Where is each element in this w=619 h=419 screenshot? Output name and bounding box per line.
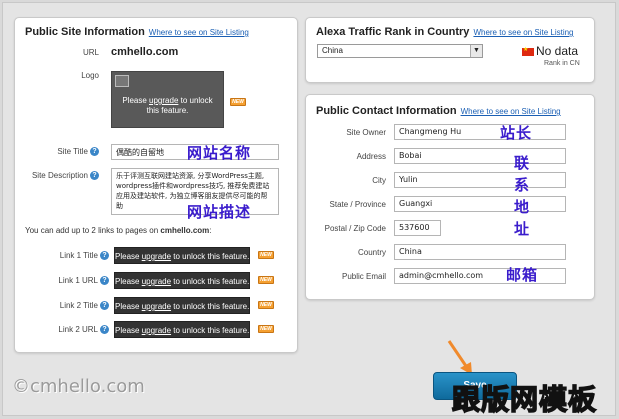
public-site-info-panel: Public Site Information Where to see on S… (14, 17, 298, 353)
annotation-owner: 站长 (500, 124, 533, 142)
link1-url-locked: Please upgrade to unlock this feature. (114, 272, 250, 289)
public-email-label: Public Email (341, 272, 386, 281)
help-icon[interactable]: ? (100, 251, 109, 261)
state-input[interactable]: Guangxi (394, 196, 566, 212)
annotation-site-desc: 网站描述 (187, 203, 252, 221)
panel-title: Alexa Traffic Rank in Country Where to se… (316, 26, 574, 38)
help-icon[interactable]: ? (100, 325, 109, 335)
watermark-left: ©cmhello.com (12, 376, 145, 397)
site-desc-label: Site Description? (32, 171, 99, 181)
new-badge: NEW (258, 325, 274, 333)
state-label: State / Province (329, 200, 386, 209)
upgrade-link[interactable]: upgrade (149, 96, 178, 105)
watermark-right: 跟版网模板 (451, 382, 598, 417)
address-input[interactable]: Bobai (394, 148, 566, 164)
site-owner-input[interactable]: Changmeng Hu (394, 124, 566, 140)
address-label: Address (356, 152, 386, 161)
logo-label: Logo (81, 71, 99, 80)
logo-locked-box: Please upgrade to unlock this feature. (111, 71, 224, 128)
help-icon[interactable]: ? (90, 171, 99, 181)
city-input[interactable]: Yulin (394, 172, 566, 188)
link2-title-locked: Please upgrade to unlock this feature. (114, 297, 250, 314)
country-input[interactable]: China (394, 244, 566, 260)
panel-title: Public Contact Information Where to see o… (316, 105, 561, 117)
annotation-contact-1: 联 (514, 154, 531, 172)
public-email-input[interactable]: admin@cmhello.com (394, 268, 566, 284)
annotation-email: 邮箱 (506, 266, 539, 284)
help-icon[interactable]: ? (100, 301, 109, 311)
new-badge: NEW (230, 98, 246, 106)
public-contact-panel: Public Contact Information Where to see o… (305, 94, 595, 300)
new-badge: NEW (258, 276, 274, 284)
url-value: cmhello.com (111, 46, 179, 58)
new-badge: NEW (258, 301, 274, 309)
image-placeholder-icon (115, 75, 129, 87)
new-badge: NEW (258, 251, 274, 259)
link2-title-label: Link 2 Title? (60, 301, 109, 311)
alexa-rank-panel: Alexa Traffic Rank in Country Where to se… (305, 17, 595, 83)
upgrade-link[interactable]: upgrade (142, 252, 171, 261)
link1-url-label: Link 1 URL? (58, 276, 109, 286)
rank-in-text: Rank in CN (544, 60, 580, 67)
panel-title: Public Site Information Where to see on S… (25, 26, 249, 38)
annotation-site-name: 网站名称 (187, 144, 252, 162)
postal-label: Postal / Zip Code (324, 224, 386, 233)
upgrade-link[interactable]: upgrade (142, 277, 171, 286)
url-label: URL (82, 48, 99, 57)
link2-url-locked: Please upgrade to unlock this feature. (114, 321, 250, 338)
annotation-contact-4: 址 (514, 220, 531, 238)
link1-title-label: Link 1 Title? (60, 251, 109, 261)
annotation-contact-3: 地 (514, 198, 531, 216)
no-data-text: No data (536, 44, 579, 58)
upgrade-link[interactable]: upgrade (142, 302, 171, 311)
where-to-see-link[interactable]: Where to see on Site Listing (461, 107, 561, 116)
help-icon[interactable]: ? (90, 147, 99, 157)
where-to-see-link[interactable]: Where to see on Site Listing (473, 28, 573, 37)
country-label: Country (357, 248, 386, 257)
city-label: City (372, 176, 386, 185)
upgrade-link[interactable]: upgrade (142, 326, 171, 335)
link2-url-label: Link 2 URL? (58, 325, 109, 335)
annotation-contact-2: 系 (514, 176, 531, 194)
link1-title-locked: Please upgrade to unlock this feature. (114, 247, 250, 264)
china-flag-icon (522, 46, 534, 56)
links-note: You can add up to 2 links to pages on cm… (25, 226, 212, 235)
chevron-down-icon: ▼ (470, 45, 482, 57)
postal-input[interactable]: 537600 (394, 220, 441, 236)
country-select[interactable]: China ▼ (317, 44, 483, 58)
help-icon[interactable]: ? (100, 276, 109, 286)
site-owner-label: Site Owner (346, 128, 386, 137)
site-title-label: Site Title? (57, 147, 99, 157)
where-to-see-link[interactable]: Where to see on Site Listing (149, 28, 249, 37)
